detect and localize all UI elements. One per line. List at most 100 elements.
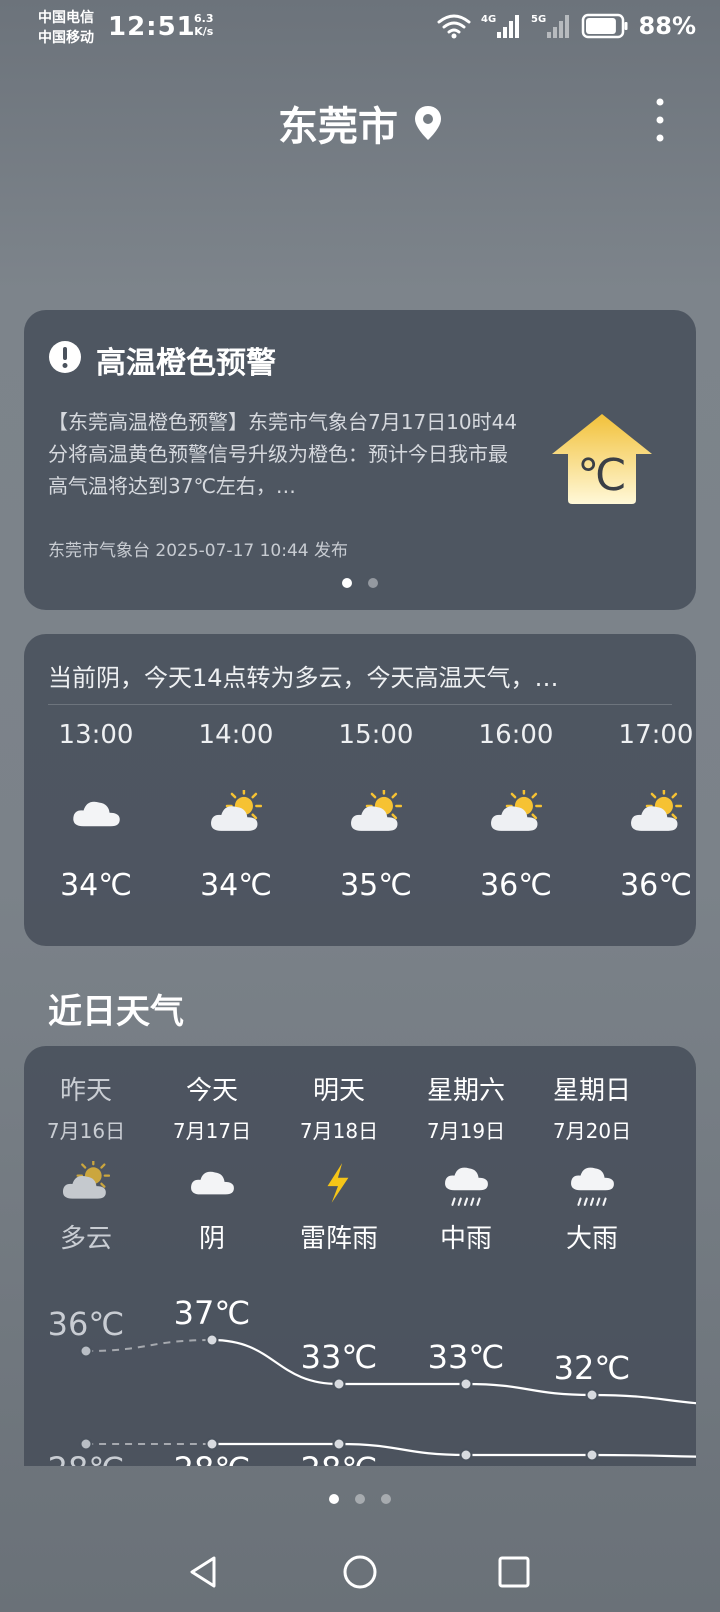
hourly-item: 15:00 35℃ — [304, 720, 448, 903]
hour-time: 17:00 — [618, 720, 694, 750]
partly-sunny-icon — [211, 787, 263, 831]
wifi-icon — [437, 14, 471, 39]
city-selector[interactable]: 东莞市 — [278, 94, 442, 152]
hour-temp: 36℃ — [480, 868, 552, 903]
low-temp-point — [585, 1448, 599, 1462]
carrier-1: 中国电信 — [38, 10, 94, 26]
page-dot — [355, 1494, 365, 1504]
page-dot — [329, 1494, 339, 1504]
day-date: 7月20日 — [552, 1119, 632, 1143]
day-icon-wrap — [24, 1156, 151, 1212]
hour-temp: 36℃ — [620, 868, 692, 903]
home-icon — [343, 1555, 377, 1589]
day-name: 星期六 — [426, 1076, 505, 1106]
day-icon-wrap — [147, 1156, 277, 1212]
low-temp-point — [332, 1437, 346, 1451]
low-temp-label: 28℃ — [301, 1450, 378, 1466]
more-options-icon[interactable] — [648, 96, 672, 144]
hour-time: 15:00 — [338, 720, 414, 750]
signal-4g-icon: 4G — [481, 14, 519, 38]
carrier-labels: 中国电信 中国移动 — [38, 8, 94, 48]
high-temp-point — [585, 1388, 599, 1402]
low-temp-point — [79, 1437, 93, 1451]
cloudy-icon — [191, 1171, 234, 1195]
high-temperature-icon: ℃ — [552, 414, 652, 504]
daily-item[interactable]: 今天 7月17日阴 — [147, 1070, 277, 1255]
warning-source: 东莞市气象台 2025-07-17 10:44 发布 — [48, 541, 348, 561]
daily-item[interactable]: 星期日 7月20日大雨 — [527, 1070, 657, 1255]
city-header: 东莞市 — [0, 94, 720, 152]
low-temp-label: 28℃ — [48, 1450, 125, 1466]
navigation-bar — [0, 1530, 720, 1612]
day-condition: 大雨 — [565, 1224, 618, 1254]
hourly-summary: 当前阴，今天14点转为多云，今天高温天气，… — [48, 664, 559, 692]
page-dot — [381, 1494, 391, 1504]
day-name: 昨天 — [59, 1076, 112, 1106]
back-icon — [190, 1556, 216, 1588]
rain-icon — [445, 1167, 488, 1206]
hourly-item: 16:00 36℃ — [444, 720, 588, 903]
daily-item[interactable]: 昨天 7月16日多云 — [24, 1070, 151, 1255]
daily-forecast-card[interactable]: 昨天 7月16日多云 今天 7月17日阴 明天 7月18日 雷阵雨 星期六 7月19日 中雨 星期日… — [24, 1046, 696, 1466]
high-temp-label: 33℃ — [301, 1338, 378, 1376]
low-temp-point — [459, 1448, 473, 1462]
carousel-dot — [342, 578, 352, 588]
status-time: 12:51 — [108, 12, 196, 42]
recents-button[interactable] — [496, 1554, 532, 1590]
high-temp-point — [79, 1344, 93, 1358]
daily-item[interactable]: 星期六 7月19日 中雨 — [401, 1070, 531, 1255]
city-name: 东莞市 — [278, 104, 398, 150]
warning-title: 高温橙色预警 — [96, 346, 276, 381]
partly-sunny-icon — [491, 787, 543, 831]
low-temp-line — [212, 1442, 696, 1458]
back-button[interactable] — [186, 1554, 222, 1590]
hourly-forecast-card[interactable]: 当前阴，今天14点转为多云，今天高温天气，… 13:00 34℃ 14:00 34℃ 1… — [24, 634, 696, 946]
hour-icon-wrap — [444, 787, 588, 850]
divider — [48, 704, 672, 705]
warning-text: 【东莞高温橙色预警】东莞市气象台7月17日10时44分将高温黄色预警信号升级为橙… — [48, 410, 518, 498]
partly-sunny-icon — [351, 787, 403, 831]
low-temp-label: 28℃ — [174, 1450, 251, 1466]
low-temp-label: 27℃ — [428, 1461, 505, 1466]
day-condition: 阴 — [198, 1224, 225, 1254]
high-temp-label: 36℃ — [48, 1305, 125, 1343]
page-indicator — [0, 1494, 720, 1504]
high-temp-label: 33℃ — [428, 1338, 505, 1376]
hour-time: 16:00 — [478, 720, 554, 750]
rain-icon — [571, 1167, 614, 1206]
day-icon-wrap — [401, 1156, 531, 1212]
hour-time: 14:00 — [198, 720, 274, 750]
high-temp-label: 32℃ — [554, 1349, 631, 1387]
day-name: 今天 — [185, 1076, 238, 1106]
alert-icon — [49, 341, 81, 373]
hour-icon-wrap — [24, 790, 168, 850]
warning-carousel-indicator — [24, 578, 696, 588]
hour-icon-wrap — [304, 787, 448, 850]
high-temp-point — [332, 1377, 346, 1391]
day-name: 星期日 — [552, 1076, 631, 1106]
weather-warning-card[interactable]: 高温橙色预警 【东莞高温橙色预警】东莞市气象台7月17日10时44分将高温黄色预… — [24, 310, 696, 610]
partly-sunny-icon — [62, 1161, 110, 1199]
hour-temp: 34℃ — [200, 868, 272, 903]
net-speed-value: 6.3 — [194, 12, 214, 25]
home-button[interactable] — [342, 1554, 378, 1590]
day-icon-wrap — [274, 1156, 404, 1212]
high-temperature-icon-label: ℃ — [577, 450, 626, 501]
low-temp-label: 27℃ — [554, 1461, 631, 1466]
signal-5g-icon: 5G — [531, 14, 569, 38]
day-condition: 多云 — [59, 1224, 112, 1254]
location-pin-icon — [415, 106, 441, 140]
day-date: 7月16日 — [46, 1119, 126, 1143]
hour-temp: 35℃ — [340, 868, 412, 903]
day-date: 7月18日 — [299, 1119, 379, 1143]
high-temp-point — [459, 1377, 473, 1391]
hour-temp: 34℃ — [60, 868, 132, 903]
high-temp-label: 37℃ — [174, 1294, 251, 1332]
signal-5g-label: 5G — [531, 14, 546, 25]
daily-item[interactable]: 明天 7月18日 雷阵雨 — [274, 1070, 404, 1255]
hour-icon-wrap — [584, 787, 696, 850]
signal-4g-label: 4G — [481, 14, 496, 25]
cloudy-icon — [73, 801, 120, 827]
recent-weather-title: 近日天气 — [48, 992, 184, 1032]
hour-icon-wrap — [164, 787, 308, 850]
